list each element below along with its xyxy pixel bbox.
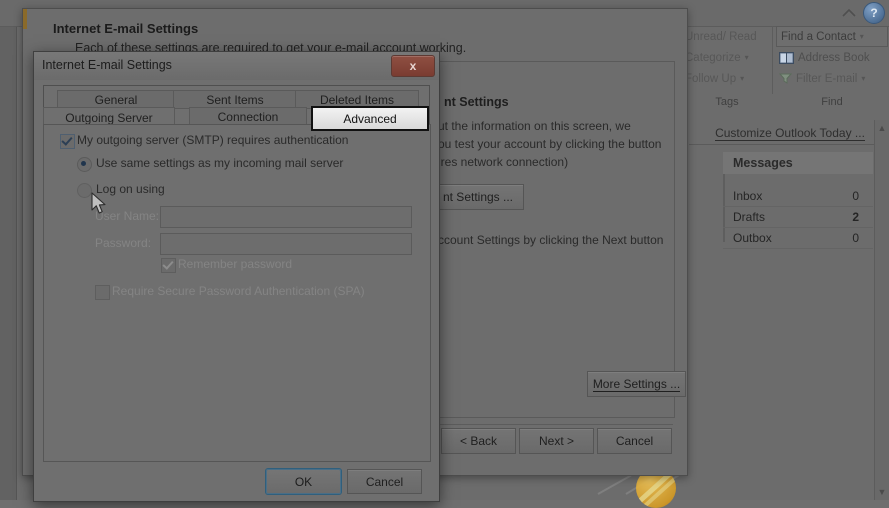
customize-outlook-today-link[interactable]: Customize Outlook Today ... xyxy=(697,126,883,141)
tab-strip: General Sent Items Deleted Items Outgoin… xyxy=(43,90,429,131)
list-item[interactable]: Drafts 2 xyxy=(723,207,873,228)
close-icon[interactable]: x xyxy=(391,55,435,77)
folder-name: Outbox xyxy=(733,231,772,245)
folder-name: Drafts xyxy=(733,210,766,224)
dialog-title: Internet E-mail Settings xyxy=(42,58,172,72)
remember-password-checkbox[interactable] xyxy=(161,258,176,273)
ribbon-item-follow-up[interactable]: Follow Up ▾ xyxy=(682,68,772,89)
spa-checkbox[interactable] xyxy=(95,285,110,300)
dialog-footer: OK Cancel xyxy=(34,460,439,501)
outgoing-server-panel: My outgoing server (SMTP) requires authe… xyxy=(43,124,431,462)
accent-bar xyxy=(23,9,27,29)
test-account-settings-line3: ires network connection) xyxy=(438,155,569,169)
tab-label: Advanced xyxy=(343,111,397,126)
ribbon-corner-icons: ? xyxy=(842,2,885,24)
customize-outlook-today-label: Customize Outlook Today ... xyxy=(715,126,865,141)
test-account-settings-heading: nt Settings xyxy=(444,95,509,109)
tab-label: Connection xyxy=(217,109,279,124)
ribbon-groups: Unread/ Read Categorize ▾ Follow Up ▾ Ta… xyxy=(680,26,889,108)
cancel-button-label: Cancel xyxy=(615,434,654,448)
messages-heading: Messages xyxy=(723,152,873,174)
navigation-rail xyxy=(0,0,17,500)
ribbon-group-label-tags: Tags xyxy=(715,96,739,108)
radio-use-same-settings-label: Use same settings as my incoming mail se… xyxy=(96,156,344,170)
smtp-auth-label: My outgoing server (SMTP) requires authe… xyxy=(77,133,349,147)
ribbon-group-tags: Unread/ Read Categorize ▾ Follow Up ▾ Ta… xyxy=(682,26,772,109)
ribbon-item-address-book[interactable]: Address Book xyxy=(776,47,888,68)
messages-panel: Messages Inbox 0 Drafts 2 Outbox 0 xyxy=(723,152,873,249)
chevron-down-icon: ▾ xyxy=(740,74,745,83)
back-button-label: < Back xyxy=(459,434,498,448)
chevron-down-icon: ▾ xyxy=(859,32,864,41)
ribbon-item-label: Categorize xyxy=(685,51,741,64)
folder-name: Inbox xyxy=(733,189,763,203)
find-a-contact-input[interactable]: Find a Contact ▾ xyxy=(776,26,888,47)
chevron-down-icon: ▾ xyxy=(861,74,866,83)
tab-advanced[interactable]: Advanced xyxy=(311,106,429,131)
user-name-input[interactable] xyxy=(160,206,412,228)
remember-password-label: Remember password xyxy=(178,257,293,271)
back-button[interactable]: < Back xyxy=(441,428,516,454)
more-settings-button[interactable]: More Settings ... xyxy=(587,371,686,397)
password-input[interactable] xyxy=(160,233,412,255)
ok-button[interactable]: OK xyxy=(266,469,341,494)
chevron-down-icon: ▾ xyxy=(744,53,749,62)
mouse-cursor-icon xyxy=(90,192,110,216)
scroll-down-arrow-icon[interactable]: ▼ xyxy=(877,487,887,497)
test-account-settings-button[interactable]: nt Settings ... xyxy=(432,184,524,210)
divider xyxy=(689,144,889,145)
cancel-button[interactable]: Cancel xyxy=(597,428,672,454)
close-icon-glyph: x xyxy=(409,59,417,73)
spa-label: Require Secure Password Authentication (… xyxy=(112,284,365,298)
test-account-settings-line2: ou test your account by clicking the but… xyxy=(438,137,662,151)
dialog-cancel-button[interactable]: Cancel xyxy=(347,469,422,494)
internet-email-settings-dialog: Internet E-mail Settings x General Sent … xyxy=(33,51,440,502)
password-label: Password: xyxy=(95,236,152,250)
dialog-titlebar[interactable]: Internet E-mail Settings x xyxy=(34,52,439,80)
more-settings-button-label: More Settings ... xyxy=(592,376,681,392)
address-book-icon xyxy=(779,51,794,64)
tab-label: General xyxy=(94,92,138,107)
scroll-up-arrow-icon[interactable]: ▲ xyxy=(877,123,887,133)
test-account-settings-line1: ut the information on this screen, we xyxy=(438,119,631,133)
tab-label: Sent Items xyxy=(206,92,264,107)
list-item[interactable]: Outbox 0 xyxy=(723,228,873,249)
ribbon-item-label: Filter E-mail xyxy=(796,72,858,85)
folder-count: 0 xyxy=(852,231,859,245)
ribbon-item-unread-read[interactable]: Unread/ Read xyxy=(682,26,772,47)
ribbon-item-label: Address Book xyxy=(798,51,870,64)
next-button[interactable]: Next > xyxy=(519,428,594,454)
list-item[interactable]: Inbox 0 xyxy=(723,186,873,207)
test-account-settings-button-label: nt Settings ... xyxy=(442,190,514,204)
tab-label: Deleted Items xyxy=(319,92,395,107)
watermark-text xyxy=(690,455,700,494)
test-account-settings-note: ccount Settings by clicking the Next but… xyxy=(438,233,664,247)
tab-label: Outgoing Server xyxy=(65,110,153,125)
radio-use-same-settings[interactable] xyxy=(77,157,92,172)
help-question-icon[interactable]: ? xyxy=(863,2,885,24)
page-title: Internet E-mail Settings xyxy=(53,21,199,36)
ribbon-item-categorize[interactable]: Categorize ▾ xyxy=(682,47,772,68)
folder-count: 0 xyxy=(852,189,859,203)
filter-funnel-icon xyxy=(778,73,793,84)
chevron-up-icon[interactable] xyxy=(842,7,856,19)
ribbon-item-filter-email[interactable]: Filter E-mail ▾ xyxy=(776,68,888,89)
ribbon-group-find: Find a Contact ▾ Address Book Filter E-m… xyxy=(776,26,888,108)
next-button-label: Next > xyxy=(538,434,574,448)
ok-button-label: OK xyxy=(294,474,313,489)
ribbon-group-label-find: Find xyxy=(821,96,843,108)
smtp-auth-checkbox[interactable] xyxy=(60,134,75,149)
dialog-cancel-button-label: Cancel xyxy=(365,474,404,489)
find-a-contact-label: Find a Contact xyxy=(781,30,856,43)
ribbon-item-label: Follow Up xyxy=(685,72,737,85)
folder-count: 2 xyxy=(852,210,859,224)
ribbon-item-label: Unread/ Read xyxy=(685,30,757,43)
vertical-scrollbar[interactable]: ▲ ▼ xyxy=(874,120,889,500)
